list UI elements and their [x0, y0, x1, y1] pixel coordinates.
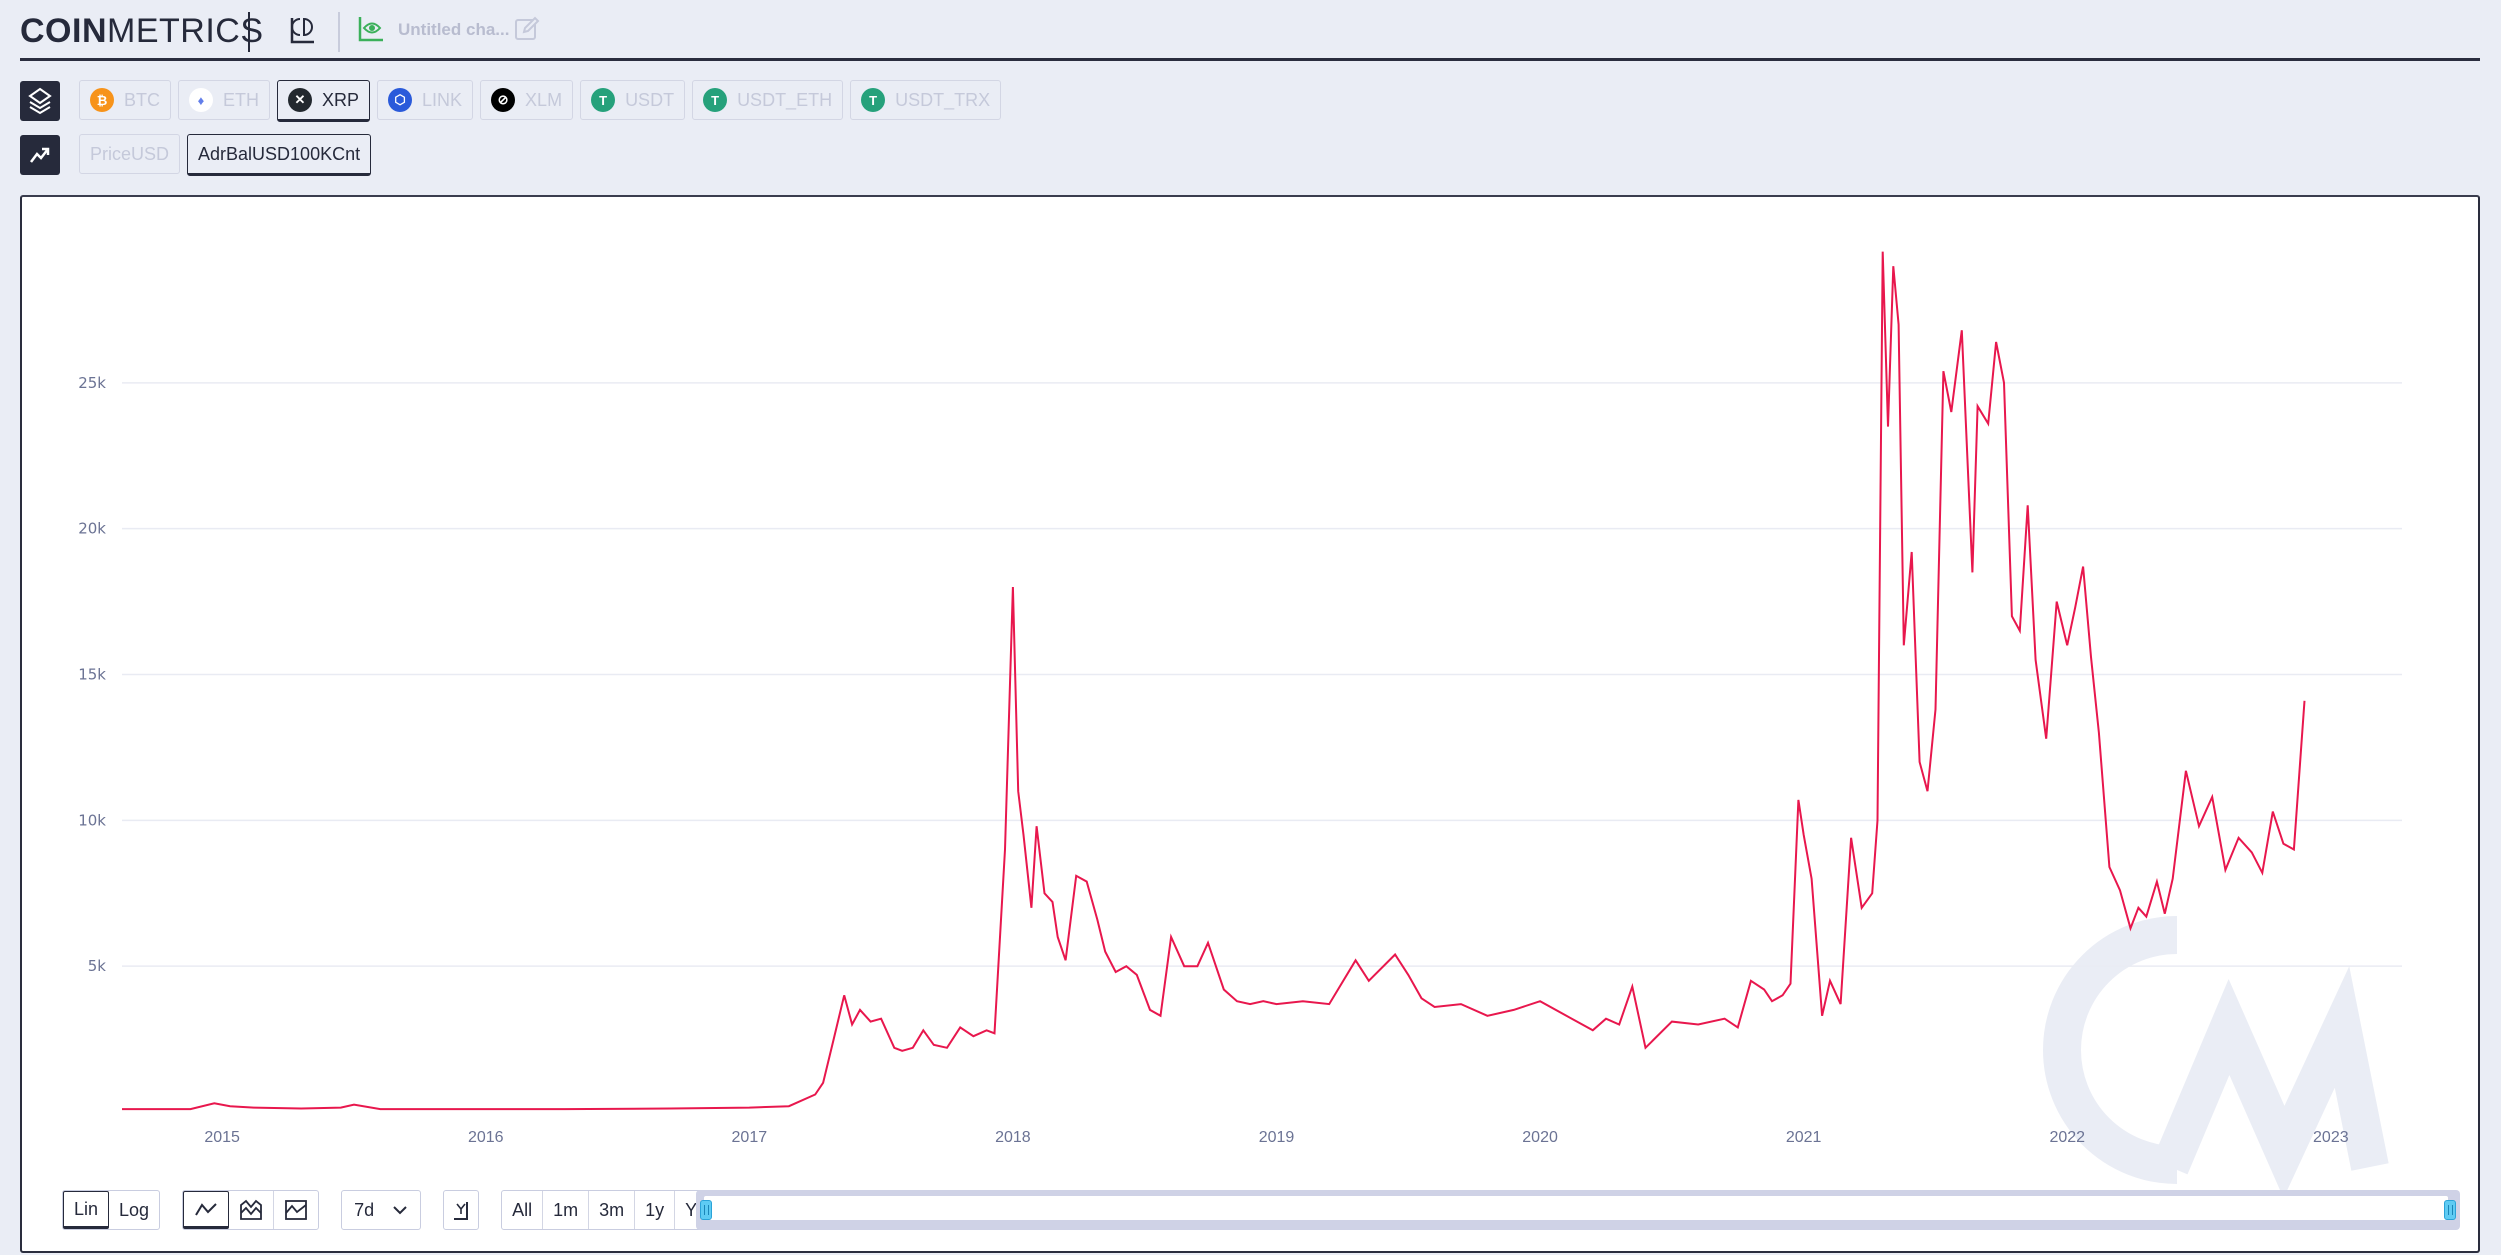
- range-all-button[interactable]: All: [502, 1191, 544, 1229]
- divider: [248, 12, 250, 52]
- line-chart-button[interactable]: [183, 1191, 230, 1229]
- smoothing-select[interactable]: 7d: [341, 1190, 422, 1230]
- y-tick-label: 5k: [88, 957, 107, 975]
- tether-icon: T: [861, 88, 886, 112]
- asset-label: ETH: [223, 89, 259, 110]
- top-bar: COINMETRICS Untitled cha...: [20, 0, 2480, 61]
- asset-label: XLM: [525, 89, 563, 110]
- asset-chip-xlm[interactable]: ⊘ XLM: [480, 80, 574, 120]
- range-end-handle[interactable]: [2444, 1200, 2456, 1220]
- chart-controls: Lin Log 7d All 1m 3m 1y YTD: [20, 1190, 733, 1230]
- range-3m-button[interactable]: 3m: [589, 1191, 636, 1229]
- x-tick-label: 2019: [1259, 1129, 1295, 1146]
- chevron-down-icon: [393, 1206, 407, 1215]
- scale-log-button[interactable]: Log: [109, 1191, 159, 1229]
- chart-panel: 5k 10k 15k 20k 25k 2015 2016 2017 2018 2019 2020 2…: [20, 195, 2480, 1253]
- asset-chip-xrp[interactable]: ✕ XRP: [277, 80, 371, 122]
- x-tick-label: 2020: [1522, 1129, 1558, 1146]
- metric-selector-row: PriceUSD AdrBalUSD100KCnt: [20, 134, 372, 176]
- xrp-icon: ✕: [288, 88, 312, 112]
- range-1y-button[interactable]: 1y: [635, 1191, 676, 1229]
- asset-label: USDT_ETH: [737, 89, 833, 110]
- x-tick-label: 2015: [204, 1129, 240, 1146]
- chart-library-icon[interactable]: [290, 16, 316, 44]
- line-chart-icon: [195, 1203, 217, 1216]
- stellar-icon: ⊘: [491, 88, 516, 112]
- x-tick-label: 2018: [995, 1129, 1031, 1146]
- visibility-eye-icon[interactable]: [358, 16, 384, 42]
- tether-icon: T: [591, 88, 616, 112]
- x-tick-label: 2023: [2313, 1129, 2349, 1146]
- area-chart-icon: [285, 1200, 307, 1220]
- asset-label: XRP: [322, 89, 360, 110]
- trending-up-icon: [30, 147, 50, 163]
- asset-chip-btc[interactable]: ₿ BTC: [79, 80, 171, 120]
- metric-chip-adrbalusd100kcnt[interactable]: AdrBalUSD100KCnt: [187, 134, 372, 176]
- divider: [338, 12, 340, 52]
- x-tick-label: 2017: [732, 1129, 768, 1146]
- assets-layers-button[interactable]: [20, 81, 60, 121]
- tether-icon: T: [703, 88, 728, 112]
- edit-pencil-icon[interactable]: [514, 15, 540, 41]
- line-chart[interactable]: 5k 10k 15k 20k 25k 2015 2016 2017 2018 2019 2020 2…: [22, 197, 2478, 1251]
- bitcoin-icon: ₿: [90, 88, 114, 112]
- y-tick-label: 20k: [78, 520, 106, 538]
- y-tick-label: 25k: [78, 374, 106, 392]
- ethereum-icon: ♦: [189, 88, 213, 112]
- x-tick-label: 2016: [468, 1129, 504, 1146]
- asset-chip-usdt[interactable]: T USDT: [580, 80, 686, 120]
- stacked-area-button[interactable]: [229, 1191, 275, 1229]
- chart-type-toggle: [182, 1190, 320, 1230]
- logo-bold-text: COIN: [20, 12, 107, 50]
- date-range-slider[interactable]: [696, 1190, 2460, 1230]
- x-tick-label: 2021: [1786, 1129, 1822, 1146]
- asset-chip-usdt_eth[interactable]: T USDT_ETH: [692, 80, 844, 120]
- y-axis-button[interactable]: [443, 1190, 480, 1230]
- range-1m-button[interactable]: 1m: [543, 1191, 590, 1229]
- metric-chip-priceusd[interactable]: PriceUSD: [79, 134, 181, 174]
- x-tick-label: 2022: [2049, 1129, 2085, 1146]
- smoothing-value: 7d: [354, 1199, 375, 1220]
- range-start-handle[interactable]: [700, 1200, 712, 1220]
- asset-chip-link[interactable]: ⬡ LINK: [377, 80, 474, 120]
- asset-label: USDT: [625, 89, 675, 110]
- logo-light-text: METRICS: [107, 12, 264, 50]
- range-track: [704, 1196, 2448, 1220]
- asset-label: BTC: [124, 89, 160, 110]
- stacked-area-icon: [240, 1199, 262, 1220]
- asset-chip-usdt_trx[interactable]: T USDT_TRX: [850, 80, 1002, 120]
- scale-toggle: Lin Log: [62, 1190, 161, 1230]
- chainlink-icon: ⬡: [388, 88, 413, 112]
- scale-lin-button[interactable]: Lin: [63, 1191, 110, 1229]
- series-line: [122, 251, 2306, 1111]
- y-tick-label: 15k: [78, 666, 106, 684]
- asset-chip-eth[interactable]: ♦ ETH: [178, 80, 270, 120]
- y-tick-label: 10k: [78, 811, 106, 829]
- chart-title[interactable]: Untitled cha...: [398, 20, 509, 40]
- coinmetrics-logo[interactable]: COINMETRICS: [20, 12, 264, 51]
- layers-icon: [28, 87, 52, 115]
- asset-label: LINK: [422, 89, 463, 110]
- area-chart-button[interactable]: [274, 1191, 318, 1229]
- asset-label: USDT_TRX: [895, 89, 991, 110]
- metrics-trend-button[interactable]: [20, 135, 60, 175]
- y-axis-icon: [454, 1202, 469, 1220]
- asset-selector-row: ₿ BTC ♦ ETH ✕ XRP ⬡ LINK ⊘ XLM T USDT T USDT_ETH T USDT…: [20, 80, 1002, 122]
